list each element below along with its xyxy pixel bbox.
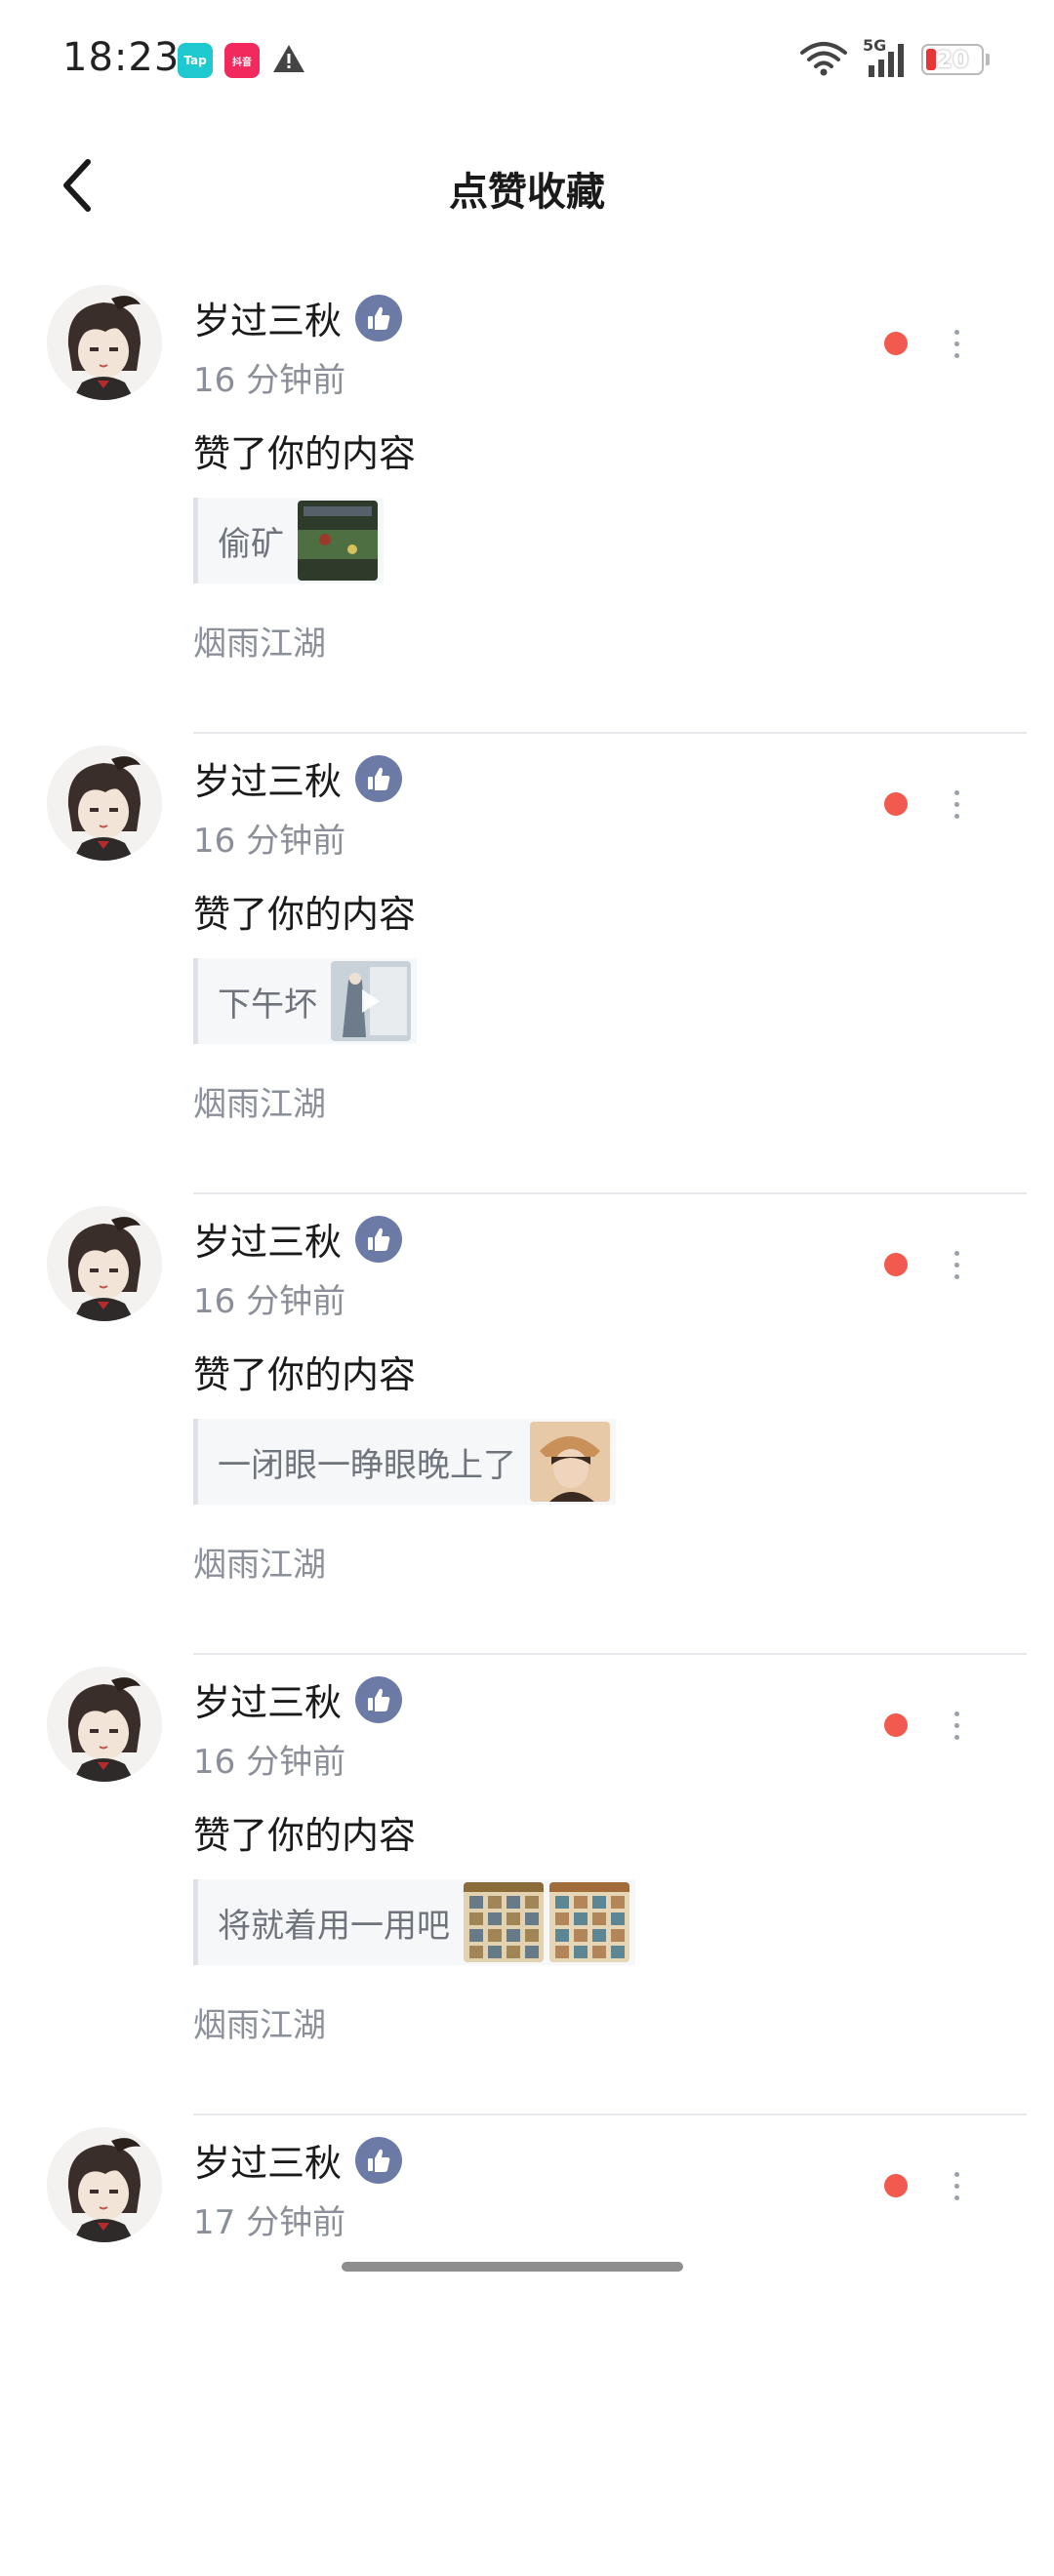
- action-text: 赞了你的内容: [193, 432, 417, 475]
- status-apps: Tap 抖音: [178, 43, 306, 78]
- username[interactable]: 岁过三秋: [193, 1212, 342, 1266]
- notification-item[interactable]: 岁过三秋 16 分钟前赞了你的内容下午坏烟雨江湖: [0, 734, 1054, 1194]
- notification-item[interactable]: 岁过三秋 16 分钟前赞了你的内容一闭眼一睁眼晚上了烟雨江湖: [0, 1194, 1054, 1655]
- username-row: 岁过三秋: [193, 1212, 403, 1266]
- timestamp: 17 分钟前: [193, 2203, 346, 2242]
- timestamp: 16 分钟前: [193, 1743, 346, 1782]
- quoted-content[interactable]: 下午坏: [193, 958, 417, 1044]
- username[interactable]: 岁过三秋: [193, 1672, 342, 1726]
- timestamp: 16 分钟前: [193, 361, 346, 400]
- group-name[interactable]: 烟雨江湖: [193, 1077, 326, 1125]
- notification-list: 岁过三秋 16 分钟前 赞了你的内容 偷矿 烟雨江湖 岁过三秋 16 分钟前 赞了你的内容 下午…: [0, 273, 1054, 2576]
- signal-icon: 5G: [863, 36, 908, 79]
- status-indicators: 5G 20: [798, 36, 990, 80]
- content-thumbnail[interactable]: [331, 961, 411, 1041]
- content-thumbnail[interactable]: [530, 1422, 610, 1502]
- username-row: 岁过三秋: [193, 291, 403, 344]
- action-text: 赞了你的内容: [193, 893, 417, 936]
- avatar[interactable]: [47, 1667, 162, 1782]
- unread-dot: [884, 792, 908, 816]
- thumbs-up-icon: [355, 754, 403, 802]
- unread-dot: [884, 1713, 908, 1737]
- notification-item[interactable]: 岁过三秋 16 分钟前赞了你的内容将就着用一用吧烟雨江湖: [0, 1655, 1054, 2115]
- battery-level: 20: [936, 46, 969, 73]
- username[interactable]: 岁过三秋: [193, 2133, 342, 2187]
- username-row: 岁过三秋: [193, 751, 403, 805]
- group-name[interactable]: 烟雨江湖: [193, 1538, 326, 1586]
- unread-dot: [884, 2174, 908, 2197]
- username-row: 岁过三秋: [193, 1672, 403, 1726]
- quoted-content[interactable]: 一闭眼一睁眼晚上了: [193, 1419, 616, 1505]
- thumbs-up-icon: [355, 1675, 403, 1723]
- avatar[interactable]: [47, 2127, 162, 2242]
- quoted-text: 下午坏: [218, 985, 317, 1025]
- page-title: 点赞收藏: [449, 170, 605, 215]
- unread-dot: [884, 332, 908, 355]
- douyin-icon: 抖音: [224, 43, 260, 78]
- status-time: 18:23: [62, 35, 181, 80]
- notification-item[interactable]: 岁过三秋 17 分钟前: [0, 2115, 1054, 2576]
- quoted-text: 一闭眼一睁眼晚上了: [218, 1445, 516, 1485]
- more-options-button[interactable]: [939, 1700, 974, 1751]
- thumbs-up-icon: [355, 2136, 403, 2184]
- content-thumbnail[interactable]: [298, 501, 378, 581]
- timestamp: 16 分钟前: [193, 1282, 346, 1321]
- more-options-button[interactable]: [939, 318, 974, 369]
- group-name[interactable]: 烟雨江湖: [193, 1998, 326, 2046]
- username[interactable]: 岁过三秋: [193, 751, 342, 805]
- quoted-text: 将就着用一用吧: [218, 1906, 450, 1946]
- more-options-button[interactable]: [939, 779, 974, 829]
- unread-dot: [884, 1253, 908, 1276]
- battery-icon: 20: [921, 44, 984, 75]
- group-name[interactable]: 烟雨江湖: [193, 617, 326, 664]
- username-row: 岁过三秋: [193, 2133, 403, 2187]
- action-text: 赞了你的内容: [193, 1353, 417, 1396]
- username[interactable]: 岁过三秋: [193, 291, 342, 344]
- wifi-icon: [798, 39, 849, 80]
- action-text: 赞了你的内容: [193, 1814, 417, 1857]
- content-thumbnail[interactable]: [464, 1882, 544, 1962]
- more-options-button[interactable]: [939, 1239, 974, 1290]
- timestamp: 16 分钟前: [193, 822, 346, 861]
- thumbs-up-icon: [355, 294, 403, 342]
- content-thumbnail[interactable]: [549, 1882, 629, 1962]
- thumbs-up-icon: [355, 1215, 403, 1263]
- header: 点赞收藏: [0, 137, 1054, 234]
- warning-icon: [271, 43, 306, 78]
- quoted-text: 偷矿: [218, 524, 284, 564]
- avatar[interactable]: [47, 285, 162, 400]
- notification-item[interactable]: 岁过三秋 16 分钟前赞了你的内容偷矿烟雨江湖: [0, 273, 1054, 734]
- status-bar: 18:23 Tap 抖音 5G 20: [0, 0, 1054, 117]
- avatar[interactable]: [47, 1206, 162, 1321]
- home-indicator[interactable]: [342, 2262, 683, 2272]
- quoted-content[interactable]: 将就着用一用吧: [193, 1879, 635, 1965]
- quoted-content[interactable]: 偷矿: [193, 498, 384, 584]
- avatar[interactable]: [47, 745, 162, 861]
- taptap-icon: Tap: [178, 43, 213, 78]
- more-options-button[interactable]: [939, 2160, 974, 2211]
- play-icon: [362, 989, 380, 1013]
